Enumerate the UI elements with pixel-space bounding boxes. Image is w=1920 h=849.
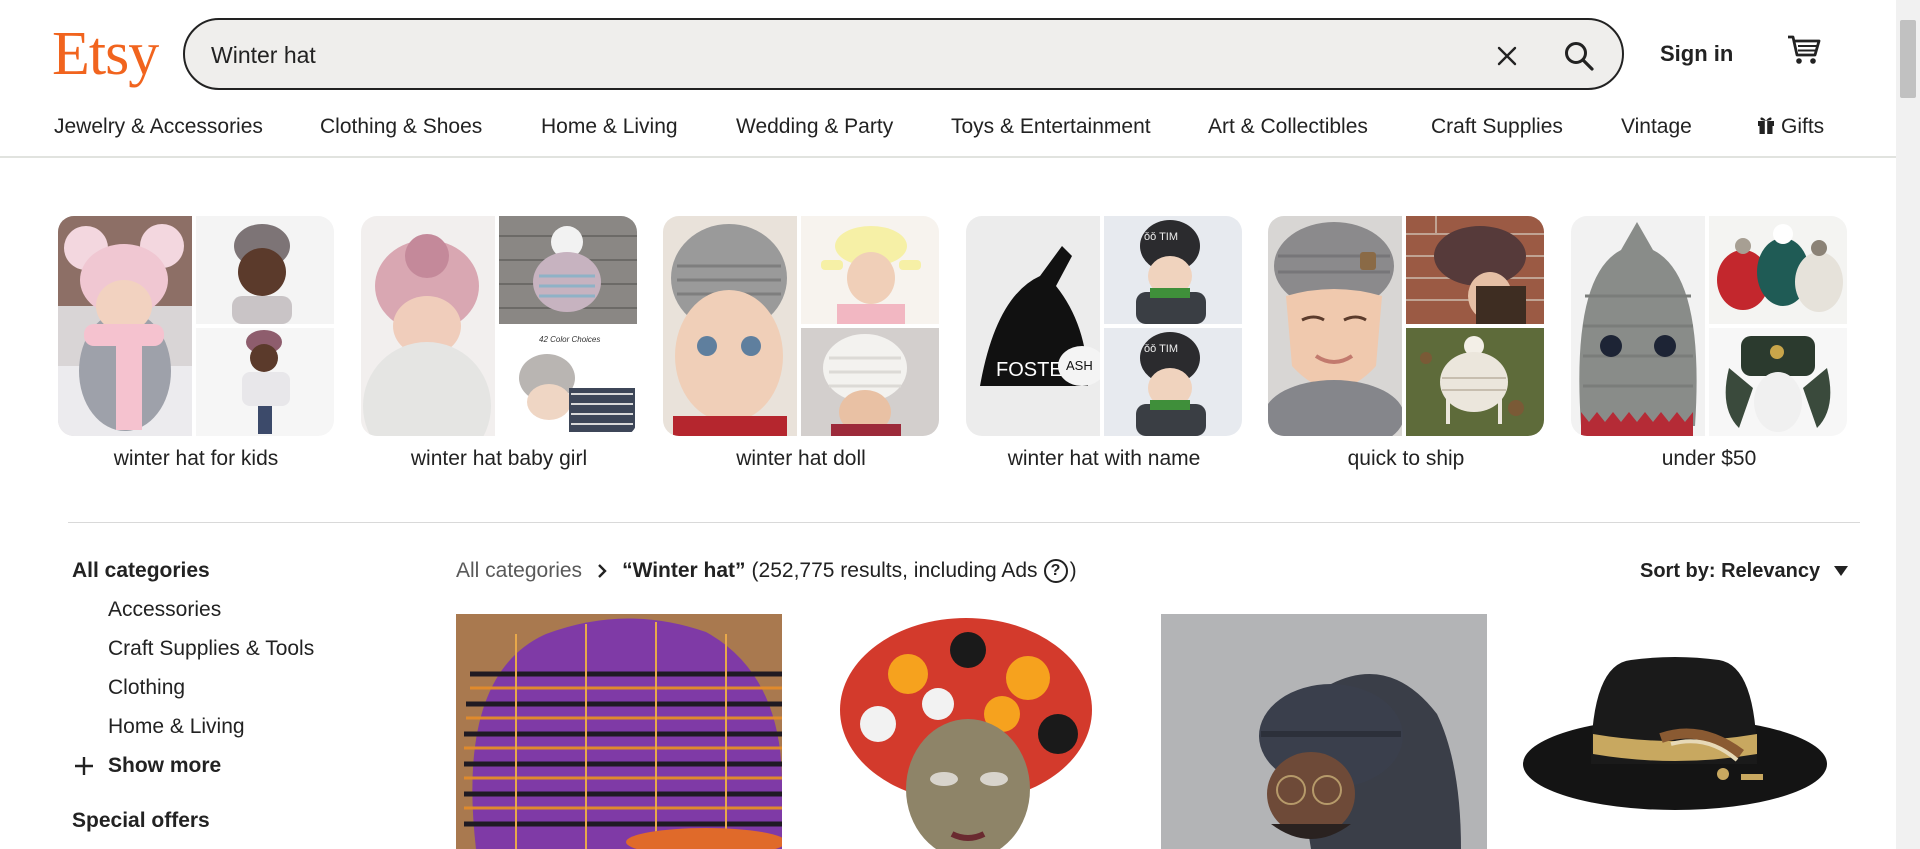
results-count: (252,775 results, including Ads bbox=[751, 559, 1038, 582]
product-image: 42 Color Choices bbox=[499, 328, 637, 436]
sort-label: Sort by: Relevancy bbox=[1640, 560, 1821, 582]
search-submit-button[interactable] bbox=[1555, 32, 1603, 80]
svg-text:ASH: ASH bbox=[1066, 358, 1093, 373]
product-image: ǒǒ TIM bbox=[1104, 328, 1242, 436]
cart-icon bbox=[1788, 35, 1821, 64]
related-search-label: winter hat baby girl bbox=[410, 447, 588, 470]
nav-toys-entertainment[interactable]: Toys & Entertainment bbox=[951, 112, 1151, 142]
special-offers-heading: Special offers bbox=[72, 809, 210, 832]
product-image bbox=[1268, 216, 1402, 436]
product-image: FOSTER ASH bbox=[966, 216, 1100, 436]
ads-help-icon[interactable]: ? bbox=[1043, 559, 1068, 583]
related-search-card[interactable]: winter hat for kids bbox=[58, 216, 334, 474]
related-search-images bbox=[663, 216, 939, 436]
related-search-images: FOSTER ASH ǒǒ TIM ǒǒ TIM bbox=[966, 216, 1242, 436]
breadcrumb: All categories “Winter hat” (252,775 res… bbox=[456, 556, 1077, 586]
product-image bbox=[196, 328, 334, 436]
plus-icon bbox=[75, 757, 93, 775]
related-search-card[interactable]: winter hat doll bbox=[663, 216, 939, 474]
listing-image bbox=[818, 614, 1144, 849]
nav-home-living[interactable]: Home & Living bbox=[541, 112, 678, 142]
related-search-card[interactable]: quick to ship bbox=[1268, 216, 1544, 474]
etsy-logo[interactable]: Etsy bbox=[52, 18, 159, 90]
product-image bbox=[1709, 216, 1847, 324]
product-image bbox=[1571, 216, 1705, 436]
related-search-images bbox=[1571, 216, 1847, 436]
chevron-right-icon bbox=[598, 564, 607, 578]
svg-text:ǒǒ TIM: ǒǒ TIM bbox=[1144, 343, 1178, 355]
related-search-label: under $50 bbox=[1661, 447, 1757, 470]
nav-vintage[interactable]: Vintage bbox=[1621, 112, 1692, 142]
clear-search-button[interactable] bbox=[1485, 34, 1529, 78]
listing-card[interactable] bbox=[1511, 614, 1837, 849]
related-search-card[interactable]: under $50 bbox=[1571, 216, 1847, 474]
search-input[interactable] bbox=[211, 38, 1411, 72]
cart-button[interactable] bbox=[1782, 28, 1826, 72]
show-more-button[interactable]: Show more bbox=[72, 750, 372, 782]
all-categories-heading[interactable]: All categories bbox=[72, 556, 372, 586]
search-icon bbox=[1565, 42, 1594, 71]
nav-gifts-label: Gifts bbox=[1781, 115, 1825, 138]
page-scrollbar[interactable] bbox=[1896, 0, 1920, 849]
site-header: Etsy Sign in Jewelry & Accessories Cloth… bbox=[0, 0, 1896, 158]
sign-in-link[interactable]: Sign in bbox=[1660, 38, 1733, 70]
search-bar bbox=[183, 18, 1624, 90]
nav-gifts[interactable]: Gifts bbox=[1757, 112, 1824, 142]
listing-image bbox=[1161, 614, 1487, 849]
gift-icon bbox=[1758, 117, 1774, 134]
sort-dropdown[interactable]: Sort by: Relevancy bbox=[1640, 556, 1849, 586]
product-image bbox=[1709, 328, 1847, 436]
listing-card[interactable] bbox=[1161, 614, 1487, 849]
listing-image bbox=[456, 614, 782, 849]
sidebar-item-craft-supplies-tools[interactable]: Craft Supplies & Tools bbox=[72, 629, 372, 668]
related-search-images bbox=[58, 216, 334, 436]
product-image bbox=[196, 216, 334, 324]
nav-wedding-party[interactable]: Wedding & Party bbox=[736, 112, 893, 142]
related-search-images bbox=[1268, 216, 1544, 436]
section-divider bbox=[68, 522, 1860, 523]
product-image bbox=[361, 216, 495, 436]
product-image bbox=[58, 216, 192, 436]
nav-art-collectibles[interactable]: Art & Collectibles bbox=[1208, 112, 1368, 142]
sidebar-item-accessories[interactable]: Accessories bbox=[72, 590, 372, 629]
category-nav: Jewelry & Accessories Clothing & Shoes H… bbox=[0, 112, 1896, 152]
related-search-images: 42 Color Choices bbox=[361, 216, 637, 436]
results-count-close: ) bbox=[1069, 559, 1077, 582]
related-search-label: winter hat for kids bbox=[113, 447, 279, 470]
listing-image bbox=[1511, 614, 1837, 849]
related-search-label: quick to ship bbox=[1347, 447, 1465, 470]
svg-text:42 Color Choices: 42 Color Choices bbox=[539, 335, 600, 344]
product-image: ǒǒ TIM bbox=[1104, 216, 1242, 324]
product-image bbox=[1406, 328, 1544, 436]
nav-clothing-shoes[interactable]: Clothing & Shoes bbox=[320, 112, 482, 142]
caret-down-icon bbox=[1834, 566, 1849, 576]
related-search-card[interactable]: FOSTER ASH ǒǒ TIM ǒǒ TIM winter hat with… bbox=[966, 216, 1242, 474]
related-search-label: winter hat doll bbox=[736, 447, 866, 470]
listing-card[interactable] bbox=[456, 614, 782, 849]
sidebar-item-clothing[interactable]: Clothing bbox=[72, 668, 372, 707]
nav-craft-supplies[interactable]: Craft Supplies bbox=[1431, 112, 1563, 142]
listing-card[interactable] bbox=[818, 614, 1144, 849]
sidebar-item-home-living[interactable]: Home & Living bbox=[72, 707, 372, 746]
breadcrumb-all-categories[interactable]: All categories bbox=[456, 556, 582, 586]
related-searches: winter hat for kids 42 Color Choices win… bbox=[58, 216, 1848, 476]
search-query-text: “Winter hat” bbox=[622, 559, 746, 582]
product-image bbox=[801, 328, 939, 436]
show-more-label: Show more bbox=[108, 754, 222, 777]
product-image bbox=[663, 216, 797, 436]
nav-jewelry-accessories[interactable]: Jewelry & Accessories bbox=[54, 112, 263, 142]
product-image bbox=[499, 216, 637, 324]
related-search-label: winter hat with name bbox=[1007, 447, 1201, 470]
scrollbar-thumb[interactable] bbox=[1900, 20, 1916, 98]
related-search-card[interactable]: 42 Color Choices winter hat baby girl bbox=[361, 216, 637, 474]
product-image bbox=[1406, 216, 1544, 324]
category-filter-sidebar: All categories Accessories Craft Supplie… bbox=[72, 556, 372, 836]
product-image bbox=[801, 216, 939, 324]
close-icon bbox=[1497, 46, 1517, 66]
svg-text:ǒǒ TIM: ǒǒ TIM bbox=[1144, 231, 1178, 243]
